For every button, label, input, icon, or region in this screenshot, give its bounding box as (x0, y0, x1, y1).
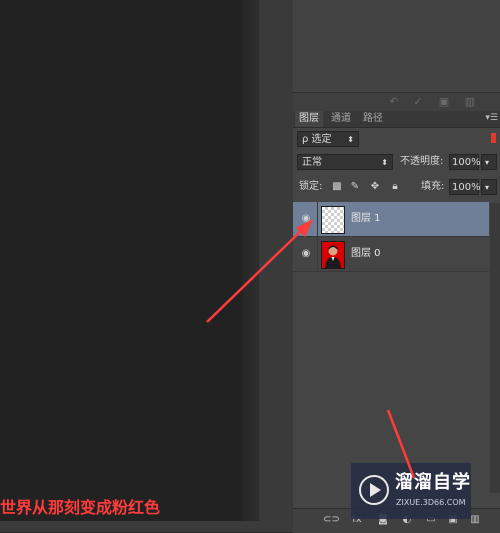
panel-dock-column (258, 0, 294, 532)
tab-paths[interactable]: 路径 (359, 111, 387, 127)
lock-label: 锁定: (299, 181, 323, 192)
filter-toggle-icon[interactable] (491, 133, 496, 143)
opacity-input[interactable]: 100% (449, 154, 481, 170)
filter-label: ρ 选定 (302, 134, 332, 145)
brush-icon[interactable]: ✎ (349, 181, 361, 193)
layer-name: 图层 0 (351, 248, 381, 259)
new-doc-icon[interactable]: ▣ (435, 94, 453, 110)
trash-icon[interactable]: ▥ (461, 94, 479, 110)
watermark-subtitle: ZIXUE.3D66.COM (396, 498, 466, 507)
document-canvas[interactable] (0, 0, 245, 532)
tab-layers[interactable]: 图层 (295, 111, 323, 127)
opacity-dropdown-button[interactable]: ▾ (481, 154, 497, 170)
layer-row-1[interactable]: ◉ 图层 1 (293, 202, 489, 237)
chevron-updown-icon: ⬍ (347, 135, 354, 144)
panel-tabbar: 图层 通道 路径 ▾☰ (293, 111, 500, 128)
portrait-thumbnail-icon (322, 242, 344, 268)
check-icon[interactable]: ✓ (409, 94, 427, 110)
history-panel-area (293, 0, 500, 92)
watermark: 溜溜自学 ZIXUE.3D66.COM (351, 463, 471, 519)
status-strip (0, 521, 292, 532)
layer-thumbnail (321, 206, 345, 234)
blend-mode-select[interactable]: 正常 ⬍ (297, 154, 393, 170)
layer-filter-select[interactable]: ρ 选定 ⬍ (297, 131, 359, 147)
fill-label: 填充: (421, 181, 445, 192)
fill-value: 100% (452, 182, 481, 193)
tab-channels[interactable]: 通道 (327, 111, 355, 127)
layer-thumbnail (321, 241, 345, 269)
panel-menu-icon[interactable]: ▾☰ (485, 111, 498, 125)
fill-dropdown-button[interactable]: ▾ (481, 179, 497, 195)
annotation-caption: 世界从那刻变成粉红色 (0, 498, 161, 517)
opacity-label: 不透明度: (400, 156, 444, 167)
eye-icon[interactable]: ◉ (299, 213, 313, 225)
layer-row-0[interactable]: ◉ 图层 0 (293, 237, 489, 272)
lock-transparent-icon[interactable]: ▩ (331, 181, 343, 193)
visibility-cell[interactable]: ◉ (293, 237, 318, 271)
play-logo-icon (359, 475, 389, 505)
chevron-updown-icon: ⬍ (381, 158, 388, 167)
layer-name: 图层 1 (351, 213, 381, 224)
lock-icon[interactable]: 🔒︎ (389, 181, 401, 193)
canvas-edge (242, 0, 258, 532)
fill-input[interactable]: 100% (449, 179, 481, 195)
opacity-value: 100% (452, 157, 481, 168)
history-toolbar: ↶ ✓ ▣ ▥ (293, 92, 500, 112)
undo-icon[interactable]: ↶ (385, 94, 403, 110)
eye-icon[interactable]: ◉ (299, 248, 313, 260)
blend-mode-value: 正常 (302, 157, 322, 168)
visibility-cell[interactable]: ◉ (293, 202, 318, 236)
link-icon[interactable]: ⊂⊃ (323, 513, 340, 527)
layers-scrollbar[interactable] (490, 203, 500, 493)
move-icon[interactable]: ✥ (369, 181, 381, 193)
watermark-title: 溜溜自学 (395, 472, 471, 493)
